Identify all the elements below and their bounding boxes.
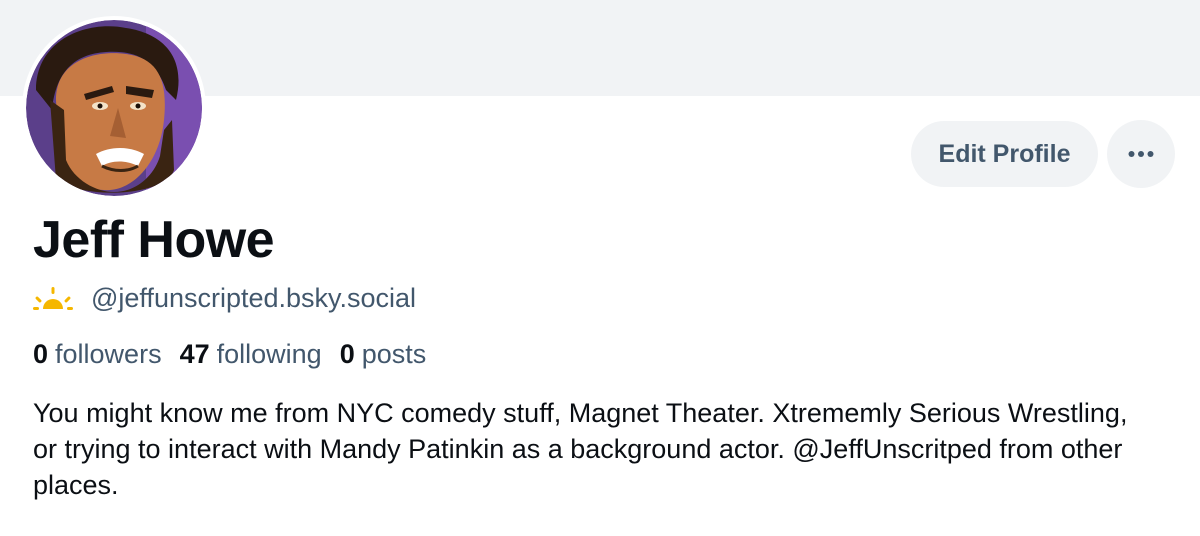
profile-bio: You might know me from NYC comedy stuff,… (33, 398, 1128, 500)
posts-label: posts (361, 339, 427, 369)
posts-count: 0 (339, 339, 355, 369)
followers-label: followers (55, 339, 162, 369)
sun-icon (33, 287, 73, 310)
handle: @jeffunscripted.bsky.social (91, 283, 417, 313)
posts-stat: 0 posts (340, 336, 427, 372)
display-name: Jeff Howe (33, 211, 275, 269)
following-label: following (216, 339, 322, 369)
avatar-image (26, 20, 202, 196)
following-link[interactable]: 47 following (180, 336, 322, 372)
avatar[interactable] (22, 16, 206, 200)
followers-count: 0 (33, 339, 49, 369)
profile-stats: 0 followers 47 following 0 posts (33, 336, 444, 372)
handle-row: @jeffunscripted.bsky.social (33, 280, 416, 316)
ellipsis-icon (1128, 151, 1154, 157)
following-count: 47 (179, 339, 210, 369)
edit-profile-button[interactable]: Edit Profile (911, 121, 1098, 187)
more-options-button[interactable] (1107, 120, 1175, 188)
followers-link[interactable]: 0 followers (33, 336, 162, 372)
